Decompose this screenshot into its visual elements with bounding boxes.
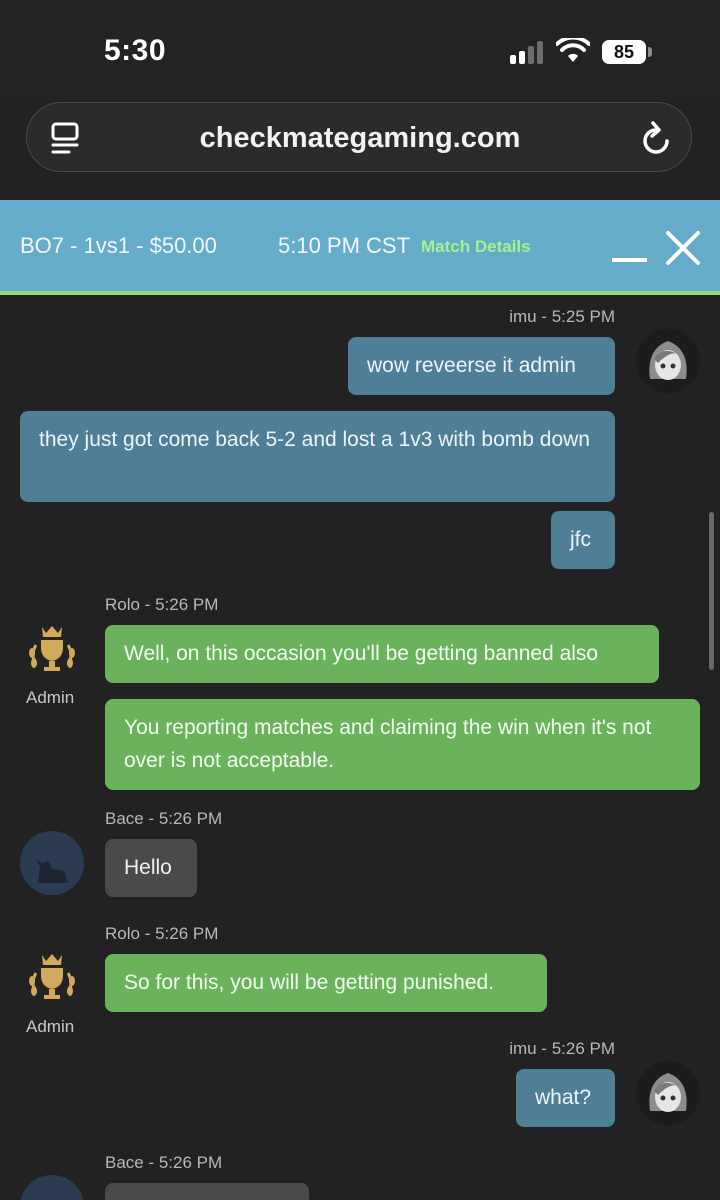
admin-badge: Admin <box>26 688 75 707</box>
chat-bubble: You reporting matches and claiming the w… <box>105 699 700 790</box>
message-meta: Rolo - 5:26 PM <box>105 924 219 943</box>
cellular-signal-icon <box>510 40 550 64</box>
minimize-icon[interactable] <box>612 258 647 262</box>
user-avatar-imu[interactable] <box>636 329 700 393</box>
admin-badge: Admin <box>26 1017 75 1036</box>
chat-bubble: they just got come back 5-2 and lost a 1… <box>20 411 615 502</box>
chat-scrollbar[interactable] <box>709 512 714 670</box>
message-meta: imu - 5:26 PM <box>509 1039 615 1058</box>
chat-bubble: Hello <box>105 839 197 897</box>
user-avatar-bace[interactable] <box>20 831 84 895</box>
match-title: BO7 - 1vs1 - $50.00 <box>20 233 217 258</box>
message-meta: Bace - 5:26 PM <box>105 1153 223 1172</box>
chat-messages[interactable]: imu - 5:25 PM wow reveerse it admin they… <box>0 299 720 1200</box>
battery-cap <box>648 47 652 57</box>
chat-bubble: So for this, you will be getting punishe… <box>105 954 547 1012</box>
clock: 5:30 <box>104 34 167 67</box>
user-avatar-imu[interactable] <box>636 1061 700 1125</box>
wolf-avatar-icon <box>20 1175 84 1200</box>
chat-bubble: what? <box>516 1069 615 1127</box>
anime-avatar-icon <box>636 329 700 393</box>
match-header: BO7 - 1vs1 - $50.00 5:10 PM CST Match De… <box>0 200 720 295</box>
match-time: 5:10 PM CST <box>278 233 411 258</box>
close-icon[interactable] <box>665 230 701 266</box>
match-details-link[interactable]: Match Details <box>421 237 531 257</box>
wifi-icon <box>556 38 590 62</box>
wolf-avatar-icon <box>20 831 84 895</box>
message-meta: Rolo - 5:26 PM <box>105 595 219 614</box>
chat-bubble: Well, on this occasion you'll be getting… <box>105 625 659 683</box>
anime-avatar-icon <box>636 1061 700 1125</box>
admin-trophy-icon <box>29 954 75 999</box>
chat-bubble: wow reveerse it admin <box>348 337 615 395</box>
status-bar: 5:30 85 <box>0 0 720 100</box>
user-avatar-bace[interactable] <box>20 1175 84 1200</box>
url-text[interactable]: checkmategaming.com <box>27 103 693 173</box>
reload-icon[interactable] <box>639 119 675 157</box>
admin-trophy-icon <box>29 626 75 671</box>
chat-bubble: jfc <box>551 511 615 569</box>
chat-bubble <box>105 1183 309 1200</box>
address-bar[interactable]: checkmategaming.com <box>26 102 692 172</box>
battery-icon: 85 <box>602 40 646 64</box>
message-meta: imu - 5:25 PM <box>509 307 615 326</box>
message-meta: Bace - 5:26 PM <box>105 809 223 828</box>
